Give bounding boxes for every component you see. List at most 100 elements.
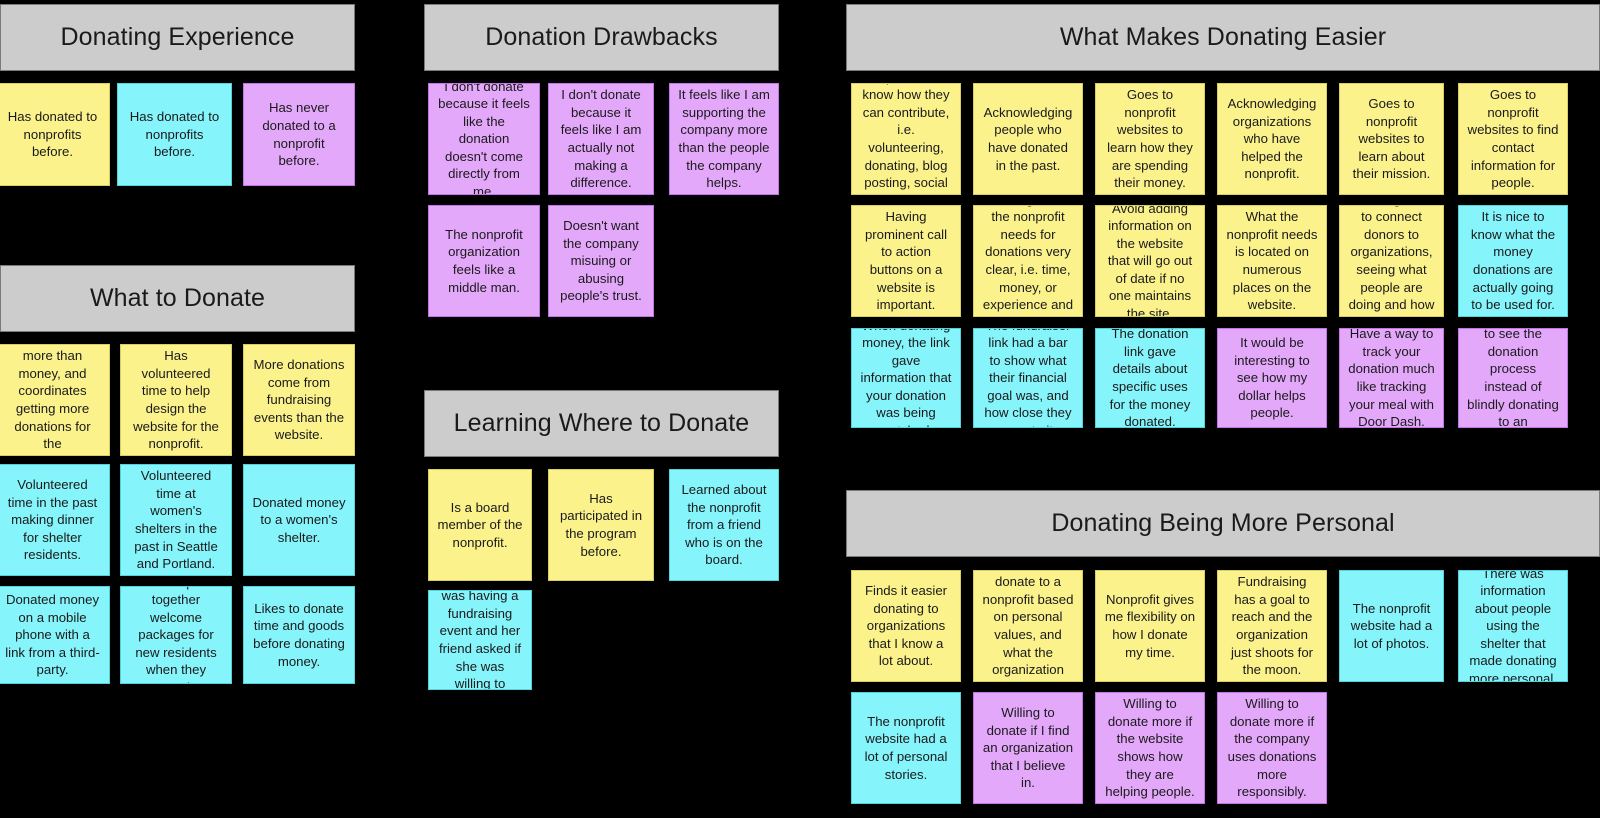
sticky-note[interactable]: Looking how to connect donors to organiz… xyxy=(1339,205,1444,317)
sticky-note-text: The fundraiser link had a bar to show wh… xyxy=(984,329,1072,427)
sticky-note-text: The nonprofit website had a lot of photo… xyxy=(1350,600,1433,651)
sticky-note[interactable]: More donations come from fundraising eve… xyxy=(243,344,355,456)
sticky-note-text: Learned about the nonprofit from a frien… xyxy=(681,482,767,568)
group-header-what-makes-donating-easier[interactable]: What Makes Donating Easier xyxy=(846,4,1600,71)
sticky-note-text: Has donated to nonprofits before. xyxy=(129,109,220,160)
sticky-note[interactable]: It is nice to know what the money donati… xyxy=(1458,205,1568,317)
sticky-note[interactable]: It feels like I am supporting the compan… xyxy=(669,83,779,195)
group-header-what-to-donate[interactable]: What to Donate xyxy=(0,265,355,332)
group-header-learning-where-to-donate[interactable]: Learning Where to Donate xyxy=(424,390,779,457)
sticky-note-text: Volunteered time in the past making dinn… xyxy=(7,477,98,563)
sticky-note[interactable]: Has donated to nonprofits before. xyxy=(0,83,110,186)
sticky-note[interactable]: Having prominent call to action buttons … xyxy=(851,205,961,317)
sticky-note-text: The nonprofit organization feels like a … xyxy=(445,226,523,295)
sticky-note[interactable]: Making what the nonprofit needs for dona… xyxy=(973,205,1083,317)
sticky-note[interactable]: It would be interesting to see how my do… xyxy=(1217,328,1327,428)
group-title: Learning Where to Donate xyxy=(453,409,750,438)
sticky-note-text: More donations come from fundraising eve… xyxy=(253,357,345,443)
sticky-note[interactable]: The fundraiser link had a bar to show wh… xyxy=(973,328,1083,428)
group-header-donation-drawbacks[interactable]: Donation Drawbacks xyxy=(424,4,779,71)
sticky-note-text: It is nice to know what the money donati… xyxy=(1470,209,1556,313)
sticky-note-text: Willing to donate if I find an organizat… xyxy=(982,705,1074,791)
sticky-note[interactable]: The nonprofit website had a lot of photo… xyxy=(1339,570,1444,682)
sticky-note-text: Willing to donate more if the website sh… xyxy=(1105,696,1195,800)
sticky-note-text: Shelter puts together welcome packages f… xyxy=(135,587,217,683)
sticky-note-text: It feels like I am supporting the compan… xyxy=(678,87,770,191)
sticky-note-text: Avoid adding information on the website … xyxy=(1107,205,1193,317)
sticky-note[interactable]: The nonprofit was having a fundraising e… xyxy=(428,590,532,690)
sticky-note-text: Willing to donate more if the company us… xyxy=(1227,696,1317,800)
sticky-note-text: Likes to donate time and goods before do… xyxy=(253,600,345,669)
sticky-note-text: Fundraising has a goal to reach and the … xyxy=(1230,574,1314,678)
sticky-note[interactable]: Acknowledging people who have donated in… xyxy=(973,83,1083,195)
group-title: Donating Being More Personal xyxy=(1051,509,1395,538)
sticky-note[interactable]: Doesn't want the company misuing or abus… xyxy=(548,205,654,317)
group-title: Donation Drawbacks xyxy=(485,23,718,52)
sticky-note[interactable]: Donates time more than money, and coordi… xyxy=(0,344,110,456)
group-header-donating-experience[interactable]: Donating Experience xyxy=(0,4,355,71)
sticky-note-text: It would be interesting to see how my do… xyxy=(1234,335,1310,421)
sticky-note[interactable]: Has volunteered time to help design the … xyxy=(120,344,232,456)
sticky-note-text: The nonprofit was having a fundraising e… xyxy=(438,590,522,690)
sticky-note[interactable]: Likes to donate time and goods before do… xyxy=(243,586,355,684)
sticky-note[interactable]: The donation link gave details about spe… xyxy=(1095,328,1205,428)
sticky-note-text: Donated money to a women's shelter. xyxy=(252,494,346,545)
sticky-note[interactable]: Has never donated to a nonprofit before. xyxy=(243,83,355,186)
sticky-note[interactable]: It would be cool to see the donation pro… xyxy=(1458,328,1568,428)
sticky-note-text: Goes to nonprofit websites to find conta… xyxy=(1467,87,1559,191)
sticky-note[interactable]: Donated money to a women's shelter. xyxy=(243,464,355,576)
sticky-note[interactable]: Willing to donate more if the company us… xyxy=(1217,692,1327,804)
sticky-note-text: When donating money, the link gave infor… xyxy=(860,329,952,427)
sticky-note-text: Donates time more than money, and coordi… xyxy=(14,345,92,455)
sticky-note-text: Goes to nonprofit websites to learn how … xyxy=(1107,87,1193,191)
sticky-note-text: Is a board member of the nonprofit. xyxy=(437,499,523,550)
sticky-note[interactable]: People want to know how they can contrib… xyxy=(851,83,961,195)
sticky-note[interactable]: Goes to nonprofit websites to learn abou… xyxy=(1339,83,1444,195)
sticky-note[interactable]: There was information about people using… xyxy=(1458,570,1568,682)
sticky-note[interactable]: Fundraising has a goal to reach and the … xyxy=(1217,570,1327,682)
sticky-note[interactable]: Acknowledging organizations who have hel… xyxy=(1217,83,1327,195)
sticky-note[interactable]: I don't donate because it feels like the… xyxy=(428,83,540,195)
sticky-note-text: There was information about people using… xyxy=(1469,570,1557,682)
sticky-note[interactable]: Avoid adding information on the website … xyxy=(1095,205,1205,317)
sticky-note-text: Have a way to track your donation much l… xyxy=(1348,328,1435,428)
sticky-note-text: Making what the nonprofit needs for dona… xyxy=(982,206,1074,316)
sticky-note[interactable]: Willing to donate more if the website sh… xyxy=(1095,692,1205,804)
sticky-note[interactable]: Shelter puts together welcome packages f… xyxy=(120,586,232,684)
sticky-note-text: Doesn't want the company misuing or abus… xyxy=(560,218,642,304)
sticky-note[interactable]: Finds it easier donating to organization… xyxy=(851,570,961,682)
sticky-note[interactable]: Have a way to track your donation much l… xyxy=(1339,328,1444,428)
sticky-note-text: Has donated to nonprofits before. xyxy=(7,109,98,160)
sticky-note[interactable]: Is a board member of the nonprofit. xyxy=(428,469,532,581)
sticky-note-text: Volunteered time at women's shelters in … xyxy=(134,468,218,572)
sticky-note[interactable]: When donating money, the link gave infor… xyxy=(851,328,961,428)
sticky-note[interactable]: Looks to donate to a nonprofit based on … xyxy=(973,570,1083,682)
sticky-note[interactable]: Goes to nonprofit websites to learn how … xyxy=(1095,83,1205,195)
sticky-note[interactable]: Volunteered time at women's shelters in … xyxy=(120,464,232,576)
sticky-note-text: It would be cool to see the donation pro… xyxy=(1467,328,1559,428)
group-header-donating-being-more-personal[interactable]: Donating Being More Personal xyxy=(846,490,1600,557)
sticky-note[interactable]: Willing to donate if I find an organizat… xyxy=(973,692,1083,804)
sticky-note-text: What the nonprofit needs is located on n… xyxy=(1226,209,1318,313)
sticky-note[interactable]: Volunteered time in the past making dinn… xyxy=(0,464,110,576)
sticky-note[interactable]: I don't donate because it feels like I a… xyxy=(548,83,654,195)
sticky-note[interactable]: Has participated in the program before. xyxy=(548,469,654,581)
sticky-note[interactable]: Learned about the nonprofit from a frien… xyxy=(669,469,779,581)
sticky-note-text: People want to know how they can contrib… xyxy=(862,84,950,194)
sticky-note-text: Has volunteered time to help design the … xyxy=(133,348,219,452)
group-title: What Makes Donating Easier xyxy=(1059,23,1387,52)
sticky-note-text: Acknowledging people who have donated in… xyxy=(983,104,1073,173)
sticky-note[interactable]: The nonprofit website had a lot of perso… xyxy=(851,692,961,804)
sticky-note[interactable]: Nonprofit gives me flexibility on how I … xyxy=(1095,570,1205,682)
sticky-note[interactable]: Goes to nonprofit websites to find conta… xyxy=(1458,83,1568,195)
sticky-note[interactable]: The nonprofit organization feels like a … xyxy=(428,205,540,317)
sticky-note[interactable]: Donated money on a mobile phone with a l… xyxy=(0,586,110,684)
sticky-note[interactable]: Has donated to nonprofits before. xyxy=(117,83,232,186)
sticky-note[interactable]: What the nonprofit needs is located on n… xyxy=(1217,205,1327,317)
sticky-note-text: The nonprofit website had a lot of perso… xyxy=(864,713,948,782)
sticky-note-text: The donation link gave details about spe… xyxy=(1109,328,1191,428)
sticky-note-text: I don't donate because it feels like I a… xyxy=(560,87,642,191)
affinity-diagram-board: Donating Experience Has donated to nonpro… xyxy=(0,0,1600,818)
sticky-note-text: Having prominent call to action buttons … xyxy=(864,209,948,313)
sticky-note-text: Has participated in the program before. xyxy=(559,490,643,559)
